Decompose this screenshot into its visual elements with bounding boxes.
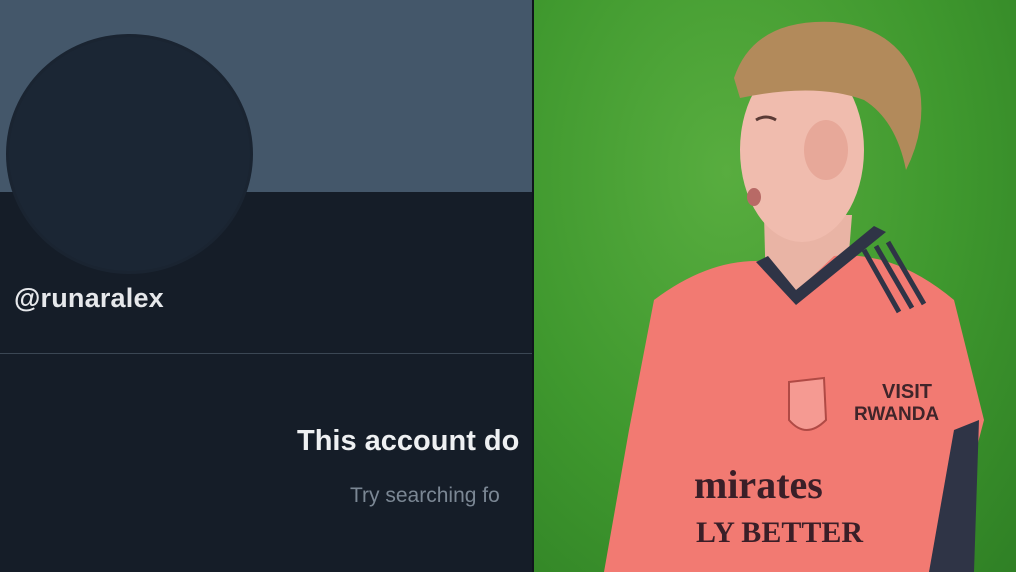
empty-state-subtitle: Try searching fo bbox=[350, 484, 500, 507]
empty-state-title: This account do bbox=[297, 425, 520, 457]
divider bbox=[0, 353, 532, 354]
twitter-profile-panel: @runaralex This account do Try searching… bbox=[0, 0, 532, 572]
avatar[interactable] bbox=[9, 37, 250, 271]
club-crest bbox=[788, 376, 828, 431]
ear bbox=[804, 120, 848, 180]
mouth bbox=[747, 188, 761, 206]
sleeve-sponsor-line2: RWANDA bbox=[854, 404, 939, 425]
player-photo: VISIT RWANDA mirates LY BETTER bbox=[534, 0, 1016, 572]
profile-handle: @runaralex bbox=[14, 283, 164, 313]
player-illustration: VISIT RWANDA mirates LY BETTER bbox=[604, 21, 984, 572]
sleeve-sponsor-line1: VISIT bbox=[882, 381, 932, 403]
shirt-sponsor-line2: LY BETTER bbox=[696, 516, 863, 549]
shirt-sponsor-line1: mirates bbox=[694, 462, 823, 507]
